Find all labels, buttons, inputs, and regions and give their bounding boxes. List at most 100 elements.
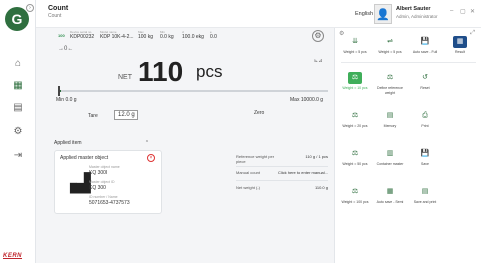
result-icon: ▦: [453, 36, 467, 48]
button-label: Weight = 10 pcs: [342, 86, 368, 90]
manual-count-link[interactable]: Click here to enter manual...: [278, 170, 328, 175]
weight-20-pcs-button[interactable]: ⚖ Weight = 20 pcs: [339, 110, 371, 129]
range-max: Max 10000.0 g: [290, 97, 324, 103]
auto-save-full-button[interactable]: 💾 Auto save - Full: [409, 36, 441, 55]
define-reference-weight-button[interactable]: ⚖ Define reference weight: [374, 72, 406, 95]
field-value: 100.0 ekg: [182, 34, 204, 40]
applied-item-header[interactable]: Applied item ⌃: [54, 140, 149, 146]
button-label: Result: [455, 50, 465, 54]
field-label: Master object name: [89, 165, 120, 169]
range-min: Min 0.0 g: [56, 97, 77, 103]
weight-5-pcs-button[interactable]: ⇊ Weight = 5 pcs: [339, 36, 371, 55]
net-label: NET: [118, 74, 132, 81]
save-button[interactable]: 💾 Save: [409, 148, 441, 167]
function-panel: ⚙ ⤢ ⇊ Weight = 5 pcs ⇌ Weight = 5 pcs 💾 …: [334, 28, 481, 263]
scale-settings-icon[interactable]: ⚙: [312, 30, 324, 42]
dashboard-icon[interactable]: ▦: [10, 78, 26, 94]
expand-sidebar-icon[interactable]: ›: [26, 4, 34, 12]
zero-button[interactable]: Zero: [254, 110, 264, 116]
auto-save-semi-button[interactable]: ▦ Auto save - Semi: [374, 186, 406, 205]
result-button[interactable]: ▦ Result: [444, 36, 476, 55]
button-label: Print: [421, 124, 429, 128]
stable-indicator: ⊾⊿: [314, 58, 323, 64]
weight-object-icon: ▗▟: [63, 173, 91, 193]
memory-icon: ▤: [386, 112, 394, 119]
info-label: Reference weight per piece: [236, 154, 275, 164]
divider: [236, 180, 328, 181]
field-value: KQ 300: [89, 185, 106, 191]
logout-icon[interactable]: ⇥: [10, 148, 26, 164]
field-value: KDP00232: [70, 34, 95, 40]
page-subtitle: Count: [48, 13, 62, 19]
minimize-icon[interactable]: –: [450, 8, 453, 14]
device-field: Model name KDP 10K-4-2...: [100, 30, 134, 40]
info-value: 110 g / 1 pcs: [305, 154, 328, 159]
button-label: Save and print: [413, 200, 437, 204]
weight-100-pcs-button[interactable]: ⚖ Weight = 100 pcs: [339, 186, 371, 205]
field-value: 0.0: [210, 34, 217, 40]
top-header: Count Count English ⌄ 👤 Albert Sauter Ad…: [36, 0, 481, 28]
remove-icon[interactable]: ×: [147, 154, 155, 162]
field-label: ID number / Name: [89, 195, 118, 199]
weight-5-pcs-button[interactable]: ⇌ Weight = 5 pcs: [374, 36, 406, 55]
weight-10-pcs-button[interactable]: ⚖ Weight = 10 pcs: [339, 72, 371, 91]
button-label: Auto save - Semi: [376, 200, 404, 204]
maximize-icon[interactable]: ▢: [460, 8, 466, 15]
device-field: Device serial no. KDP00232: [70, 30, 94, 40]
container-master-button[interactable]: ▥ Container master: [374, 148, 406, 167]
chevron-up-icon[interactable]: ⌃: [145, 140, 149, 146]
brand-logo: KERN: [3, 253, 23, 259]
tare-input[interactable]: 12.0 g: [114, 110, 138, 120]
info-label: Manual count: [236, 170, 261, 175]
tare-button[interactable]: Tare: [88, 113, 98, 119]
info-row: Manual count Click here to enter manual.…: [236, 170, 328, 180]
weight-value: 110: [138, 56, 184, 87]
app-logo: G ›: [2, 4, 34, 34]
button-label: Define reference weight: [377, 86, 403, 95]
balance-icon: ⇌: [387, 38, 393, 45]
weight-display: NET 110 pcs: [118, 56, 278, 88]
range-bar: [58, 90, 328, 92]
memory-button[interactable]: ▤ Memory: [374, 110, 406, 129]
info-row: Net weight (-) 110.0 g: [236, 185, 328, 195]
settings-icon[interactable]: ⚙: [10, 124, 26, 140]
applied-item-card: Applied master object × ▗▟ Master object…: [54, 150, 162, 214]
button-label: Auto save - Full: [412, 50, 438, 54]
field-value: 0.0 kg: [160, 34, 174, 40]
info-label: Net weight (-): [236, 185, 261, 190]
print-button[interactable]: ⎙ Print: [409, 110, 441, 129]
balance-icon: ⚖: [351, 150, 359, 157]
device-field: e 0.0: [210, 30, 217, 40]
balance-icon: ⚖: [386, 74, 394, 81]
container-icon: ▥: [386, 150, 394, 157]
weight-unit: pcs: [196, 62, 223, 81]
field-value: KQ 300I: [89, 170, 108, 176]
avatar[interactable]: 👤: [374, 4, 392, 24]
field-label: Master object ID: [89, 180, 115, 184]
field-value: 100 kg: [138, 34, 154, 40]
user-name: Albert Sauter: [396, 6, 431, 12]
range-bar-marker: [58, 86, 60, 96]
sidebar: G › ⌂ ▦ ▤ ⚙ ⇥ KERN: [0, 0, 36, 263]
kern-logo-icon: G: [5, 7, 29, 31]
balance-icon: ⚖: [351, 188, 359, 195]
close-icon[interactable]: ✕: [470, 8, 475, 15]
weight-50-pcs-button[interactable]: ⚖ Weight = 50 pcs: [339, 148, 371, 167]
divider: [341, 62, 476, 63]
button-label: Weight = 100 pcs: [341, 200, 369, 204]
status-badge: 100: [58, 33, 65, 38]
button-label: Memory: [383, 124, 397, 128]
save-icon: 💾: [420, 38, 430, 45]
page-title: Count: [48, 5, 69, 12]
home-icon[interactable]: ⌂: [10, 56, 26, 72]
device-info-row: 100 Device serial no. KDP00232 Model nam…: [58, 30, 328, 42]
reset-button[interactable]: ↺ Reset: [409, 72, 441, 91]
balance-icon: ⇊: [352, 38, 358, 45]
save-and-print-button[interactable]: ▤ Save and print: [409, 186, 441, 205]
button-label: Save: [421, 162, 429, 166]
button-label: Weight = 20 pcs: [342, 124, 368, 128]
reset-icon: ↺: [422, 74, 428, 81]
card-title: Applied master object: [60, 155, 109, 161]
balance-icon: ⚖: [351, 112, 359, 119]
database-icon[interactable]: ▤: [10, 100, 26, 116]
